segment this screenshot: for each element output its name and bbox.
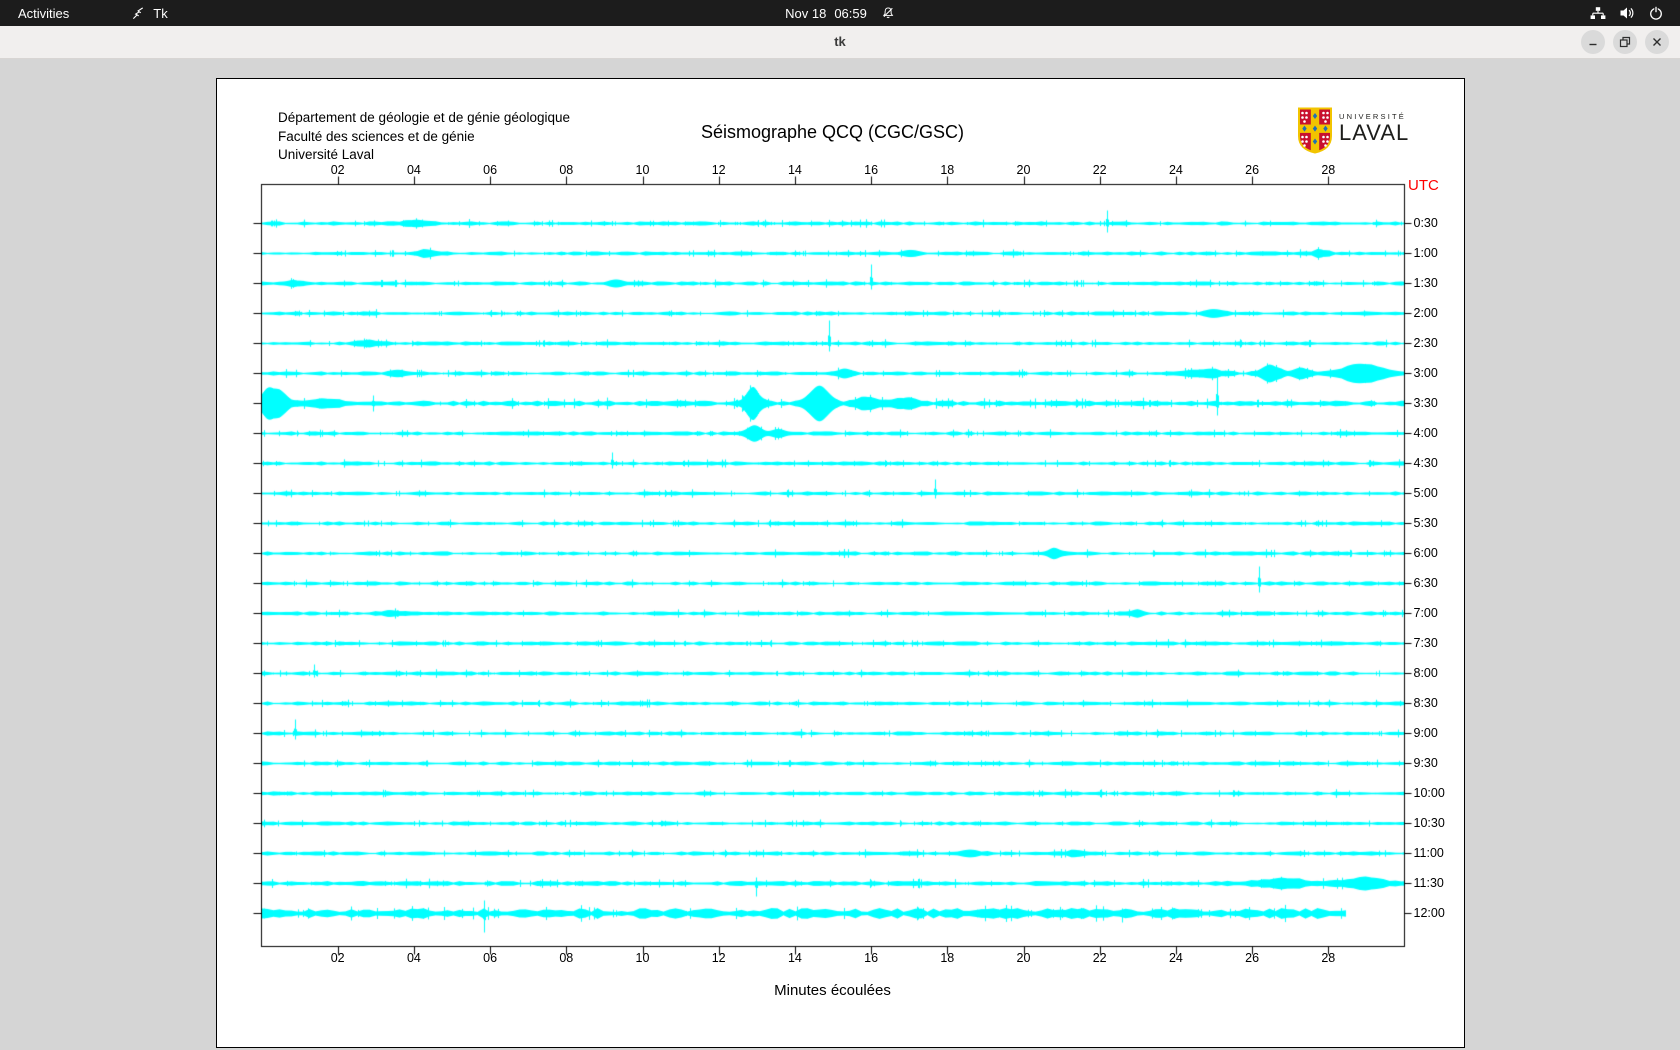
time-label: 9:30 [1413,756,1438,770]
time-label: 3:30 [1413,396,1438,410]
time-label: 3:00 [1413,366,1438,380]
x-tick-label-top: 10 [635,163,650,177]
minimize-icon [1589,43,1597,46]
seismograph-card: Département de géologie et de génie géol… [216,78,1465,1048]
x-tick-label-top: 02 [330,163,345,177]
app-menu-button[interactable]: Tk [131,5,168,21]
clock-label: Nov 18 06:59 [785,6,867,21]
x-tick-label-top: 24 [1168,163,1183,177]
x-tick-label-top: 28 [1321,163,1336,177]
time-label: 5:00 [1413,486,1438,500]
x-tick-label-top: 18 [940,163,955,177]
x-tick-label-top: 06 [483,163,498,177]
universite-laval-logo: UNIVERSITÉ LAVAL [1297,107,1409,154]
clock-menu-button[interactable]: Nov 18 06:59 [785,0,895,26]
x-tick-label-bottom: 10 [635,951,650,965]
plot-title: Séismographe QCQ (CGC/GSC) [700,122,965,142]
time-label: 4:30 [1413,456,1438,470]
time-label: 11:00 [1413,846,1444,860]
top-bar: Activities Tk Nov 18 06:59 [0,0,1680,26]
time-label: 8:30 [1413,696,1438,710]
x-tick-label-top: 22 [1092,163,1107,177]
power-icon [1650,6,1662,20]
close-icon [1653,38,1661,46]
time-label: 7:30 [1413,636,1438,650]
time-label: 1:00 [1413,246,1438,260]
x-tick-label-top: 12 [711,163,726,177]
time-label: 8:00 [1413,666,1438,680]
window-title: tk [834,34,846,49]
x-tick-label-bottom: 06 [483,951,498,965]
close-button[interactable] [1645,30,1669,54]
time-label: 10:00 [1413,786,1445,800]
time-label: 6:00 [1413,546,1438,560]
time-label: 5:30 [1413,516,1438,530]
x-tick-label-top: 16 [864,163,879,177]
desktop: Activities Tk Nov 18 06:59 tk Départemen… [0,0,1680,1050]
time-label: 1:30 [1413,276,1438,290]
x-tick-label-bottom: 20 [1016,951,1031,965]
system-status-area[interactable] [1590,0,1664,26]
tk-app-icon [133,6,144,19]
time-label: 2:30 [1413,336,1438,350]
institution-line: Université Laval [278,147,375,162]
x-tick-label-bottom: 26 [1245,951,1260,965]
x-tick-label-top: 04 [406,163,421,177]
x-tick-label-bottom: 14 [787,951,802,965]
utc-label: UTC [1408,177,1439,194]
laval-shield-icon [1298,107,1332,154]
time-label: 12:00 [1413,906,1445,920]
x-tick-label-bottom: 04 [406,951,421,965]
time-label: 0:30 [1413,216,1438,230]
app-menu-label: Tk [153,5,168,21]
minimize-button[interactable] [1581,30,1605,54]
window-content: Département de géologie et de génie géol… [0,59,1680,1050]
x-tick-label-bottom: 12 [711,951,726,965]
maximize-button[interactable] [1613,30,1637,54]
time-label: 2:00 [1413,306,1438,320]
time-label: 7:00 [1413,606,1438,620]
time-label: 10:30 [1413,816,1445,830]
x-tick-label-bottom: 22 [1092,951,1107,965]
logo-laval-text: LAVAL [1339,120,1410,145]
x-tick-label-top: 14 [787,163,802,177]
x-tick-label-bottom: 16 [864,951,879,965]
volume-icon [1620,7,1634,19]
x-tick-label-bottom: 08 [559,951,574,965]
time-label: 9:00 [1413,726,1438,740]
clock-date: Nov 18 [785,5,827,21]
seismogram-plot [217,79,1464,1047]
x-tick-label-bottom: 18 [940,951,955,965]
x-tick-label-bottom: 28 [1321,951,1336,965]
network-icon [1590,6,1606,19]
x-tick-label-top: 08 [559,163,574,177]
x-tick-label-top: 20 [1016,163,1031,177]
time-label: 4:00 [1413,426,1438,440]
restore-icon [1619,36,1631,48]
activities-button[interactable]: Activities [18,6,69,21]
time-label: 6:30 [1413,576,1438,590]
x-tick-label-top: 26 [1245,163,1260,177]
clock-time: 06:59 [834,5,867,21]
window-titlebar[interactable]: tk [0,26,1680,59]
x-axis-title: Minutes écoulées [774,982,891,999]
time-label: 11:30 [1413,876,1444,890]
notifications-disabled-icon [882,7,894,19]
x-tick-label-bottom: 02 [330,951,345,965]
x-tick-label-bottom: 24 [1168,951,1183,965]
